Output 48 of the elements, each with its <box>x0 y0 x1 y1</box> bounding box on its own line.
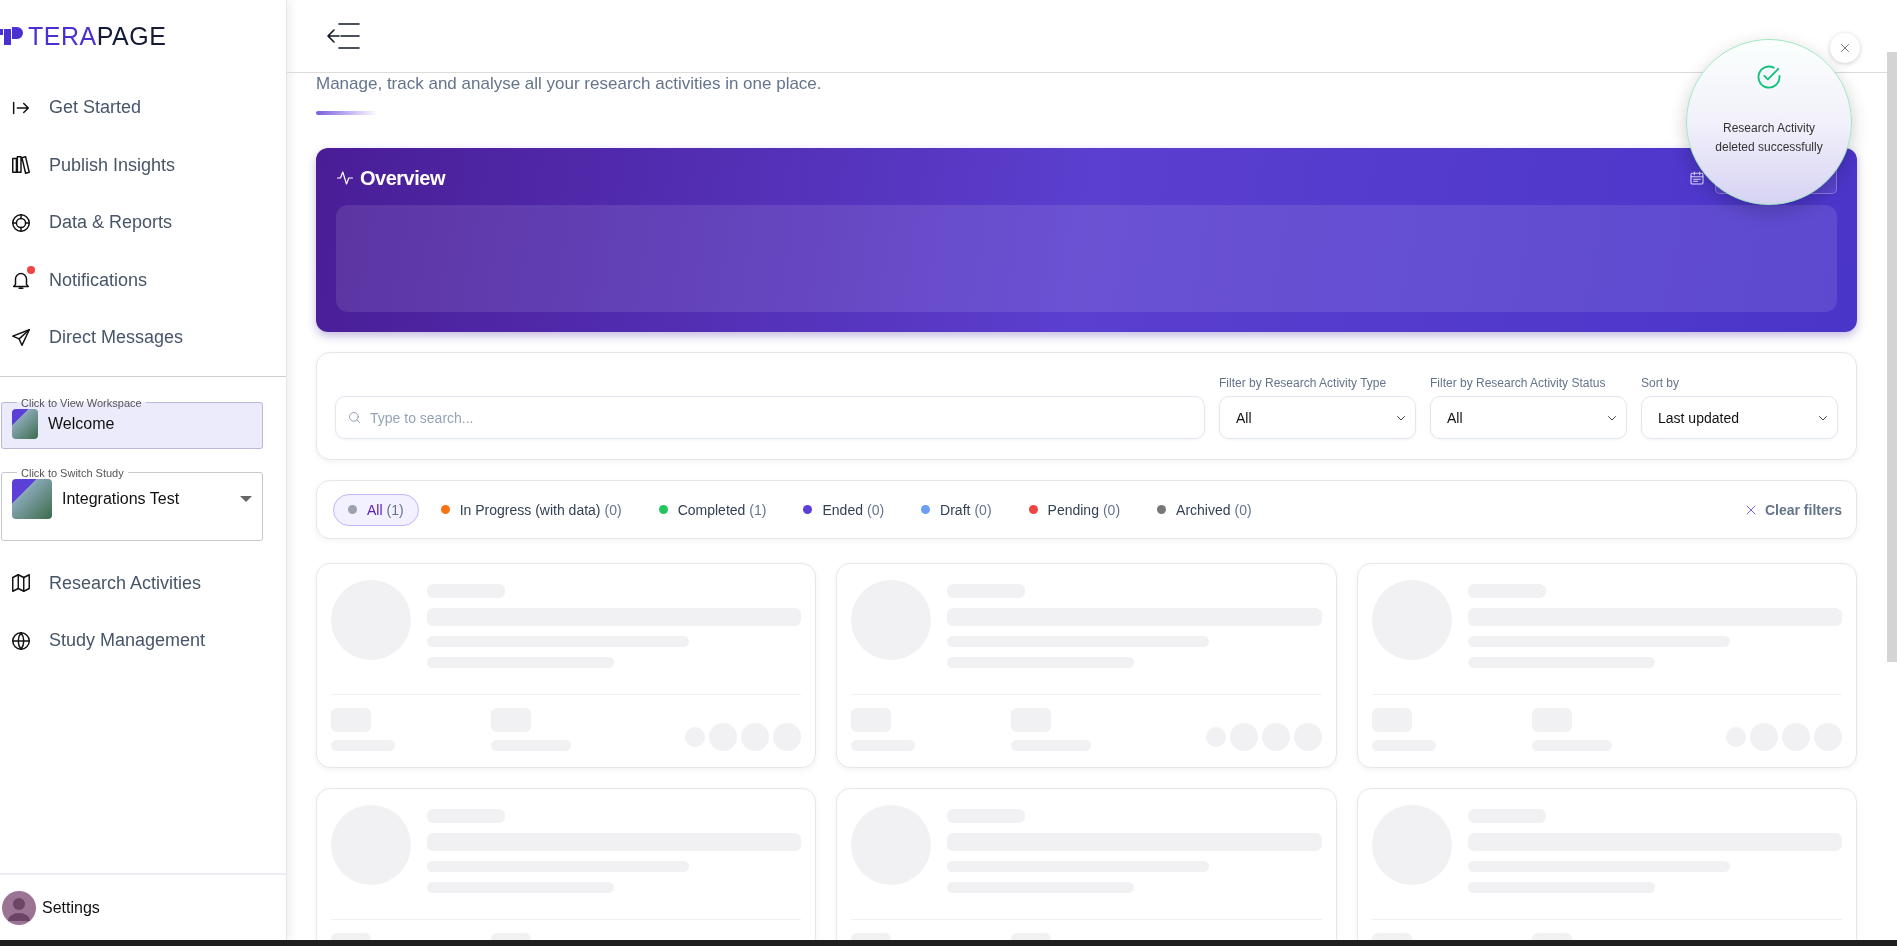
status-filter-chip[interactable]: Draft (0) <box>906 493 1007 526</box>
paper-plane-icon <box>10 326 32 349</box>
nav-item[interactable]: Study Management <box>0 612 286 670</box>
filter-select[interactable]: All <box>1430 396 1627 439</box>
nav-item[interactable]: Research Activities <box>0 554 286 612</box>
scrollbar-thumb[interactable] <box>1887 52 1897 662</box>
page-subtitle: Manage, track and analyse all your research activities in one place. <box>316 74 822 94</box>
close-icon <box>1839 42 1851 54</box>
filter-select[interactable]: Last updated <box>1641 396 1838 439</box>
nav-item[interactable]: Direct Messages <box>0 309 286 367</box>
search-field[interactable]: Type to search... <box>335 396 1205 439</box>
status-filter-chip[interactable]: All (1) <box>333 493 419 526</box>
close-button[interactable] <box>1830 33 1860 63</box>
study-selector[interactable]: Click to Switch Study Integrations Test <box>1 466 263 541</box>
nav-item[interactable]: Notifications <box>0 251 286 309</box>
status-filter-chip[interactable]: Completed (1) <box>643 493 782 526</box>
collapse-menu-button[interactable] <box>325 21 363 51</box>
aperture-icon <box>10 211 32 234</box>
avatar-icon <box>2 890 36 925</box>
status-filter-chip[interactable]: Ended (0) <box>788 493 900 526</box>
study-thumbnail <box>12 478 52 519</box>
menu-collapse-icon <box>325 21 363 51</box>
clear-filters-button[interactable]: Clear filters <box>1744 501 1842 518</box>
status-filter-chip[interactable]: In Progress (with data) (0) <box>425 493 637 526</box>
status-filter-chip[interactable]: Archived (0) <box>1142 493 1267 526</box>
filter-label: Filter by Research Activity Type <box>1219 376 1388 390</box>
nav-item[interactable]: Publish Insights <box>0 136 286 194</box>
check-circle-icon <box>1755 63 1783 91</box>
status-filter-chip[interactable]: Pending (0) <box>1013 493 1136 526</box>
pulse-icon <box>336 169 354 187</box>
nav-item[interactable]: Data & Reports <box>0 194 286 252</box>
calendar-icon <box>1689 170 1705 186</box>
close-icon <box>1744 503 1757 516</box>
workspace-thumbnail <box>12 408 38 439</box>
map-icon <box>10 572 32 595</box>
workspace-selector[interactable]: Click to View Workspace Welcome <box>1 396 263 449</box>
overview-title: Overview <box>360 166 445 190</box>
nav-item[interactable]: Get Started <box>0 79 286 137</box>
search-icon <box>347 410 362 425</box>
books-icon <box>10 154 32 177</box>
filter-label: Sort by <box>1641 376 1680 390</box>
globe-icon <box>10 629 32 652</box>
brand-name: TERAPAGE <box>28 21 167 51</box>
filter-label: Filter by Research Activity Status <box>1430 376 1607 390</box>
logo-mark-icon <box>0 25 24 47</box>
filter-select[interactable]: All <box>1219 396 1416 439</box>
caret-icon <box>240 495 252 502</box>
toast-message: Research Activity deleted successfully <box>1714 120 1824 156</box>
